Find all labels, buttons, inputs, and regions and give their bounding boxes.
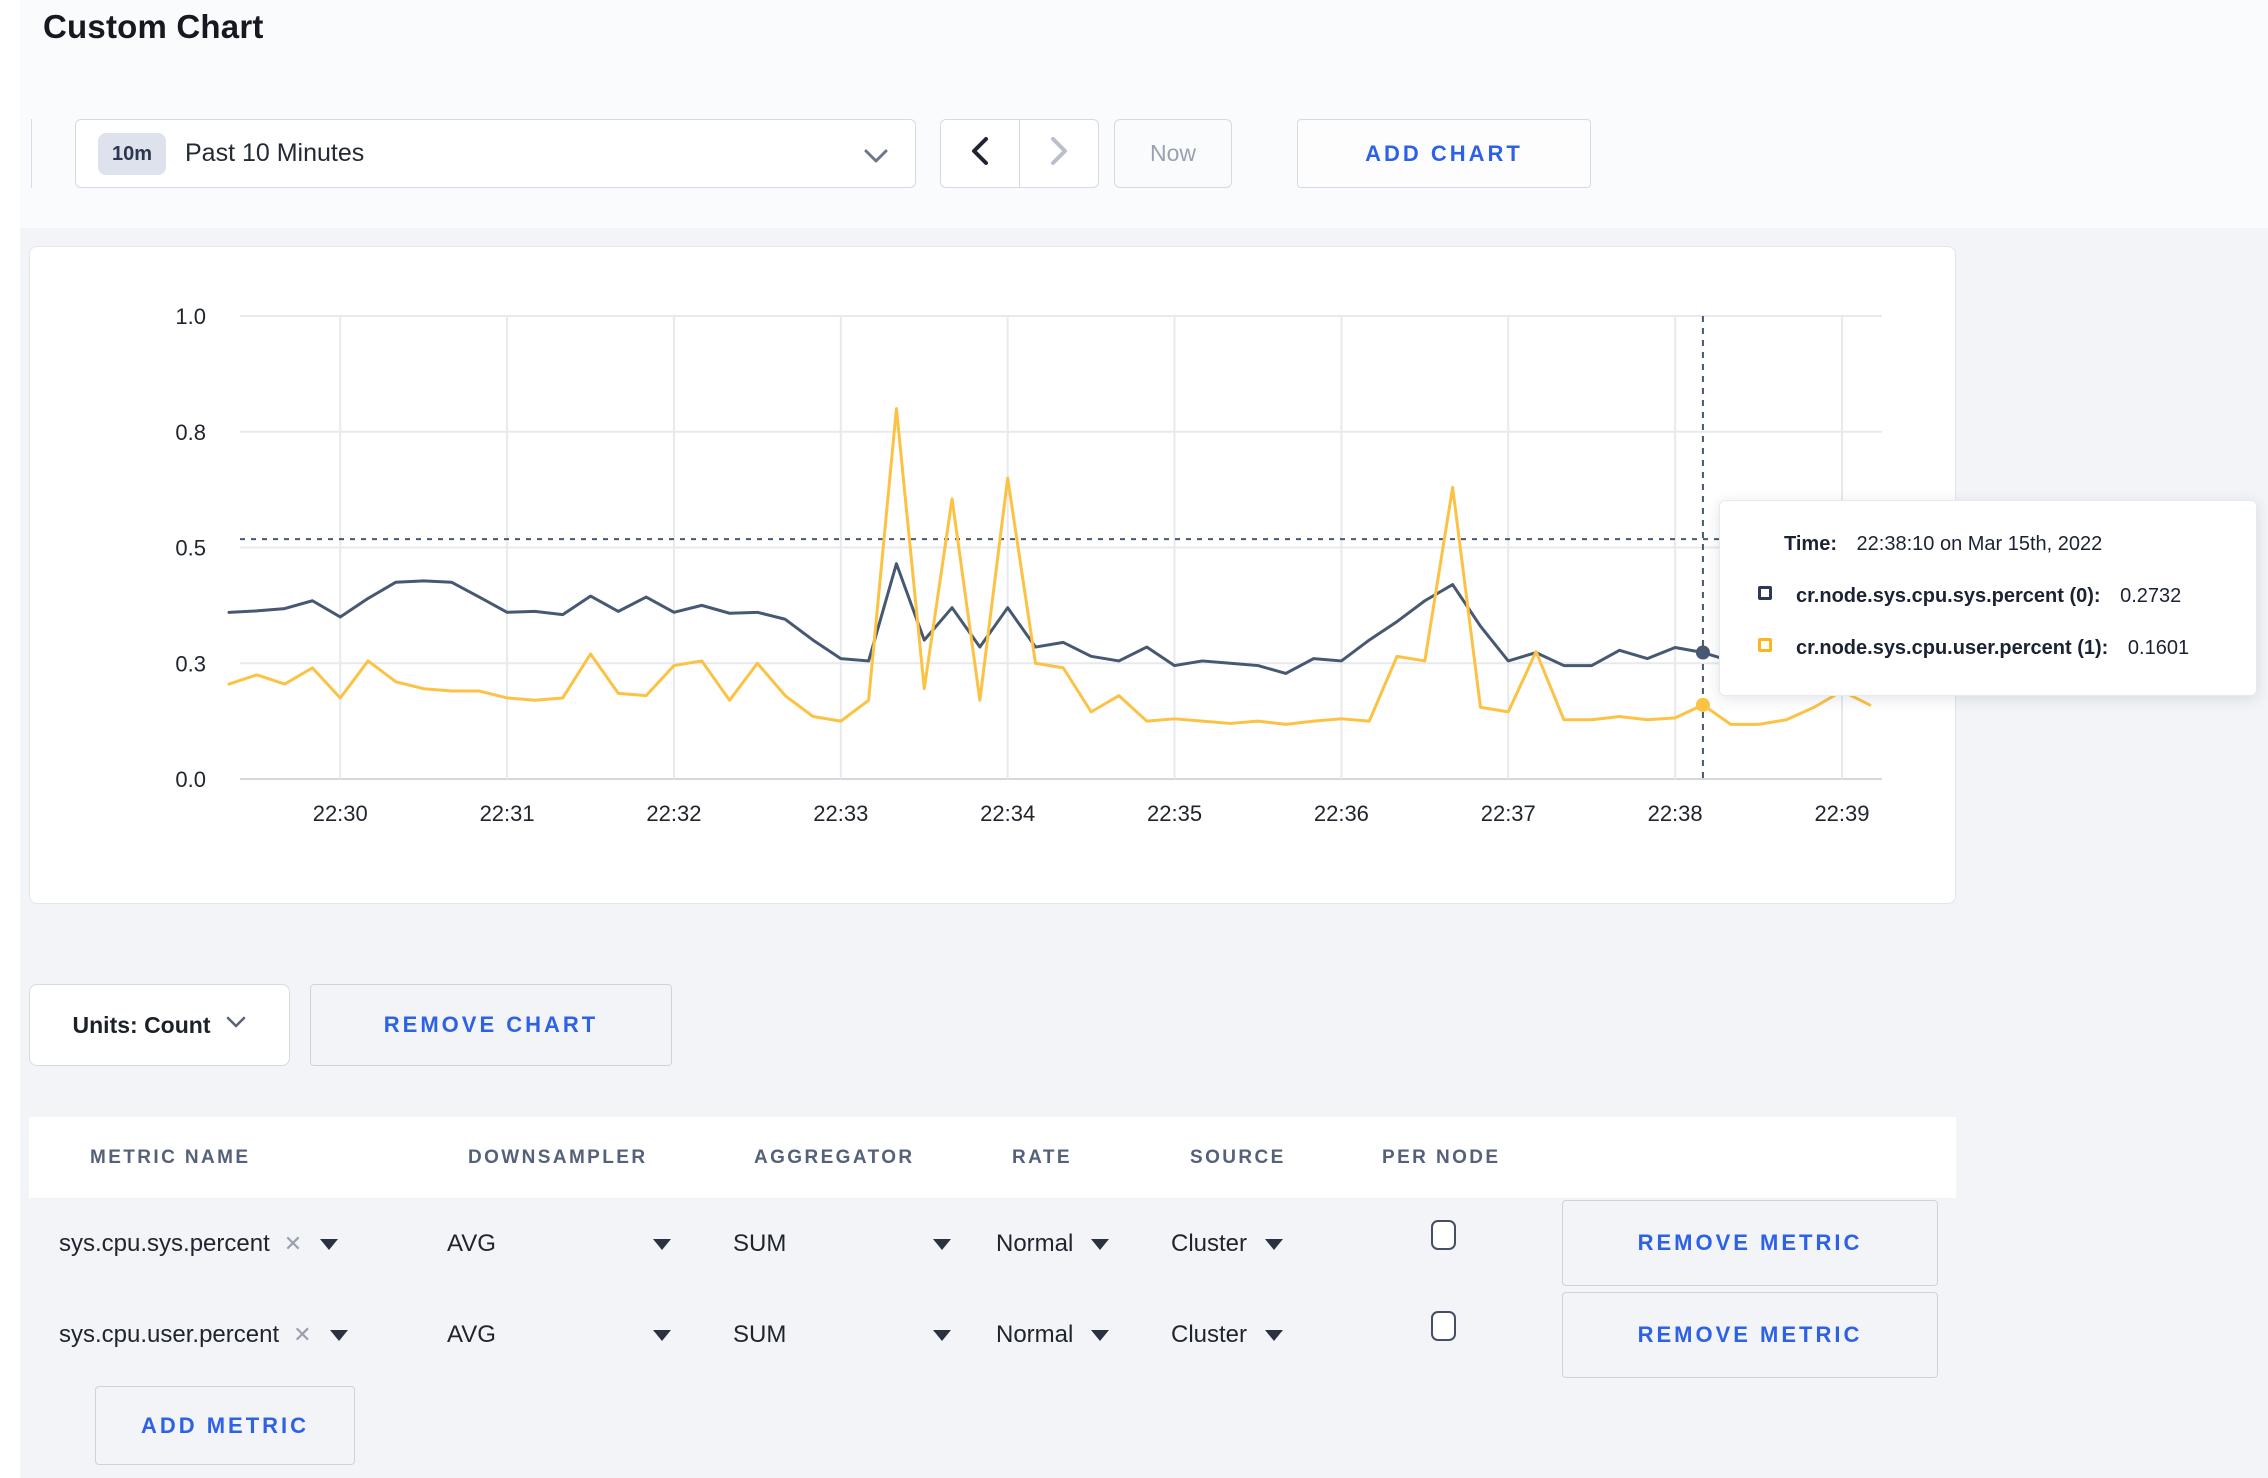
svg-text:22:34: 22:34 <box>980 801 1035 826</box>
downsampler-select[interactable]: AVG <box>447 1222 671 1266</box>
svg-text:22:33: 22:33 <box>813 801 868 826</box>
chevron-down-icon <box>226 1016 246 1034</box>
caret-down-icon <box>1265 1238 1284 1250</box>
svg-text:22:35: 22:35 <box>1147 801 1202 826</box>
tooltip-sys-value: 0.2732 <box>2120 585 2182 607</box>
svg-text:22:39: 22:39 <box>1814 801 1869 826</box>
units-dropdown[interactable]: Units: Count <box>29 984 290 1066</box>
col-aggregator: AGGREGATOR <box>754 1147 915 1168</box>
tooltip-sys-row: cr.node.sys.cpu.sys.percent (0): 0.2732 <box>1796 583 2181 609</box>
svg-text:1.0: 1.0 <box>175 304 206 329</box>
svg-text:0.5: 0.5 <box>175 536 206 561</box>
custom-chart-page: Custom Chart 10m Past 10 Minutes Now ADD… <box>20 0 2268 1478</box>
prev-timescale-button[interactable] <box>941 120 1020 187</box>
timescale-badge: 10m <box>98 133 167 175</box>
user-series-swatch-icon <box>1758 638 1772 652</box>
toolbar-divider <box>31 119 32 188</box>
chart-canvas[interactable]: 0.0 0.3 0.5 0.8 1.0 22:30 22:31 22:32 22:33 22:34… <box>30 247 1955 903</box>
remove-metric-button[interactable]: REMOVE METRIC <box>1562 1200 1938 1286</box>
add-chart-button[interactable]: ADD CHART <box>1297 119 1591 188</box>
rate-select[interactable]: Normal <box>996 1222 1110 1266</box>
caret-down-icon <box>1091 1329 1110 1341</box>
tooltip-user-label: cr.node.sys.cpu.user.percent (1): <box>1796 637 2109 659</box>
timescale-label: Past 10 Minutes <box>185 139 365 167</box>
tooltip-time-value: 22:38:10 on Mar 15th, 2022 <box>1856 533 2103 555</box>
aggregator-select[interactable]: SUM <box>733 1222 951 1266</box>
svg-text:22:36: 22:36 <box>1314 801 1369 826</box>
chevron-left-icon <box>969 135 991 172</box>
page-title: Custom Chart <box>43 8 264 45</box>
timescale-dropdown[interactable]: 10m Past 10 Minutes <box>75 119 916 188</box>
tooltip-user-value: 0.1601 <box>2127 637 2190 659</box>
rate-select[interactable]: Normal <box>996 1313 1110 1357</box>
caret-down-icon <box>320 1238 339 1250</box>
timescale-nav-group <box>940 119 1099 188</box>
caret-down-icon <box>653 1329 671 1341</box>
add-metric-button[interactable]: ADD METRIC <box>95 1386 355 1465</box>
clear-metric-icon[interactable]: ✕ <box>284 1231 302 1257</box>
svg-text:0.0: 0.0 <box>175 767 206 792</box>
per-node-checkbox[interactable] <box>1431 1311 1456 1341</box>
remove-chart-button[interactable]: REMOVE CHART <box>310 984 672 1066</box>
source-select[interactable]: Cluster <box>1171 1313 1284 1357</box>
metric-name-select[interactable]: sys.cpu.sys.percent ✕ <box>59 1222 339 1266</box>
col-source: SOURCE <box>1190 1147 1286 1168</box>
per-node-checkbox[interactable] <box>1431 1220 1456 1250</box>
sys-series-swatch-icon <box>1758 586 1772 600</box>
svg-text:22:32: 22:32 <box>646 801 701 826</box>
caret-down-icon <box>933 1329 951 1341</box>
tooltip-sys-label: cr.node.sys.cpu.sys.percent (0): <box>1796 585 2101 607</box>
source-select[interactable]: Cluster <box>1171 1222 1284 1266</box>
tooltip-time-row: Time: 22:38:10 on Mar 15th, 2022 <box>1784 531 2102 557</box>
clear-metric-icon[interactable]: ✕ <box>293 1322 311 1348</box>
svg-text:22:30: 22:30 <box>313 801 368 826</box>
caret-down-icon <box>329 1329 348 1341</box>
svg-text:0.3: 0.3 <box>175 651 206 676</box>
col-downsampler: DOWNSAMPLER <box>468 1147 648 1168</box>
caret-down-icon <box>1265 1329 1284 1341</box>
svg-text:22:38: 22:38 <box>1648 801 1703 826</box>
tooltip-user-row: cr.node.sys.cpu.user.percent (1): 0.1601 <box>1796 635 2189 661</box>
col-per-node: PER NODE <box>1382 1147 1501 1168</box>
metric-name-select[interactable]: sys.cpu.user.percent ✕ <box>59 1313 348 1357</box>
downsampler-select[interactable]: AVG <box>447 1313 671 1357</box>
tooltip-time-label: Time: <box>1784 533 1837 555</box>
caret-down-icon <box>933 1238 951 1250</box>
caret-down-icon <box>653 1238 671 1250</box>
svg-text:22:37: 22:37 <box>1481 801 1536 826</box>
header-band <box>20 0 2268 228</box>
col-rate: RATE <box>1012 1147 1072 1168</box>
chart-card: 0.0 0.3 0.5 0.8 1.0 22:30 22:31 22:32 22:33 22:34… <box>29 246 1956 904</box>
remove-metric-button[interactable]: REMOVE METRIC <box>1562 1292 1938 1378</box>
aggregator-select[interactable]: SUM <box>733 1313 951 1357</box>
units-label: Units: Count <box>72 1011 211 1038</box>
svg-text:22:31: 22:31 <box>480 801 535 826</box>
col-metric-name: METRIC NAME <box>90 1147 251 1168</box>
chevron-right-icon <box>1048 135 1070 172</box>
now-button[interactable]: Now <box>1114 119 1232 188</box>
caret-down-icon <box>1091 1238 1110 1250</box>
chevron-down-icon <box>863 148 889 169</box>
metrics-table-header: METRIC NAME DOWNSAMPLER AGGREGATOR RATE … <box>29 1117 1956 1198</box>
svg-text:0.8: 0.8 <box>175 420 206 445</box>
next-timescale-button[interactable] <box>1020 120 1098 187</box>
chart-tooltip: Time: 22:38:10 on Mar 15th, 2022 cr.node… <box>1719 500 2257 696</box>
